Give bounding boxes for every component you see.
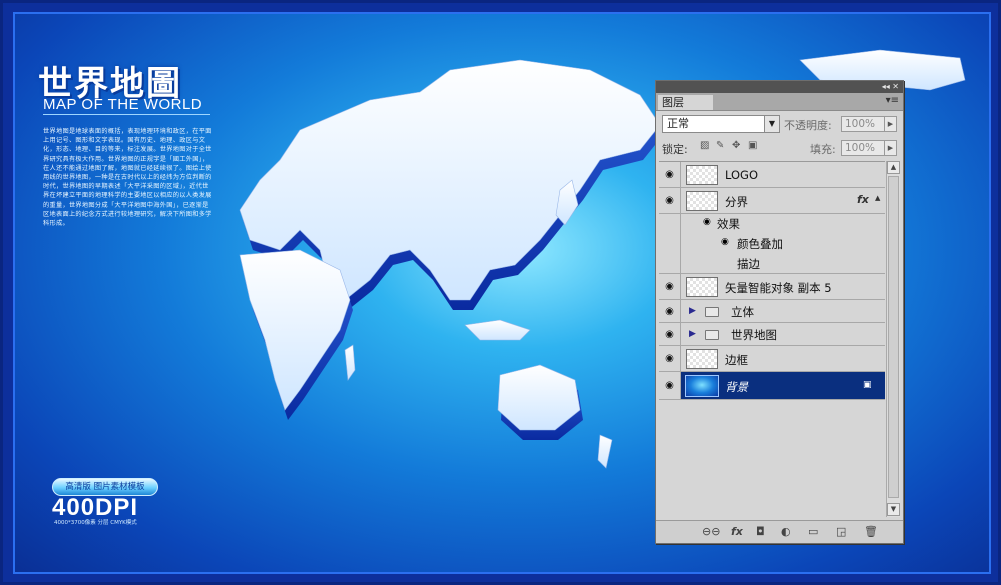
layer-boundary[interactable]: ◉ 分界 fx ▲ — [659, 188, 885, 214]
africa — [239, 249, 351, 411]
effect-name: 描边 — [737, 257, 760, 271]
fill-field[interactable]: 100% — [841, 140, 885, 156]
effect-name: 颜色叠加 — [737, 237, 783, 251]
panel-toolbar: ⊖⊖ fx ◘ ◐ ▭ ◲ 🗑 — [656, 520, 903, 543]
eye-icon[interactable]: ◉ — [659, 323, 681, 345]
eye-icon[interactable]: ◉ — [721, 237, 729, 247]
effect-color-overlay[interactable]: ◉ 颜色叠加 — [659, 234, 885, 254]
folder-icon — [705, 330, 719, 340]
eye-icon[interactable]: ◉ — [659, 162, 681, 187]
layer-thumbnail — [686, 349, 718, 369]
folder-icon[interactable]: ▭ — [808, 525, 818, 538]
effects-header[interactable]: ◉ 效果 — [659, 214, 885, 234]
fx-icon[interactable]: fx — [857, 193, 869, 206]
layer-name: LOGO — [725, 168, 759, 182]
title-divider — [43, 114, 210, 115]
madagascar — [344, 344, 356, 381]
eye-icon[interactable]: ◉ — [703, 217, 711, 227]
link-icon[interactable]: ⊖⊖ — [702, 525, 720, 538]
fill-arrow-icon[interactable]: ▶ — [884, 140, 897, 156]
new-zealand — [597, 434, 613, 469]
poster-canvas: 世界地圖 MAP OF THE WORLD 世界地图是地球表面的概括，表现地理环… — [0, 0, 1001, 585]
tab-layers[interactable]: 图层 — [658, 95, 713, 110]
effect-stroke[interactable]: 描边 — [659, 254, 885, 274]
lock-move-icon[interactable]: ✥ — [732, 140, 740, 151]
layer-logo[interactable]: ◉ LOGO — [659, 162, 885, 188]
expand-arrow-icon[interactable]: ▶ — [689, 329, 696, 339]
lock-paint-icon[interactable]: ✎ — [716, 140, 724, 151]
effects-label: 效果 — [717, 217, 740, 231]
new-layer-icon[interactable]: ◲ — [836, 525, 846, 538]
collapse-arrow-icon[interactable]: ▲ — [875, 194, 880, 202]
blend-mode-value: 正常 — [667, 117, 689, 130]
layer-smart-object[interactable]: ◉ 矢量智能对象 副本 5 — [659, 274, 885, 300]
lock-all-icon[interactable]: ▣ — [748, 140, 757, 151]
fx-icon[interactable]: fx — [731, 525, 743, 538]
poster-description: 世界地图是地球表面的概括，表现地理环境和政区，在平面上用记号、图形和文字表现。国… — [43, 128, 212, 228]
layer-thumbnail — [685, 375, 719, 397]
panel-titlebar[interactable]: ◂◂ ✕ — [656, 81, 903, 93]
blend-mode-select[interactable]: 正常 ▼ — [662, 115, 780, 133]
layer-name: 边框 — [725, 353, 748, 367]
eye-column — [659, 254, 681, 273]
expand-arrow-icon[interactable]: ▶ — [689, 306, 696, 316]
lock-transparency-icon[interactable]: ▨ — [700, 140, 709, 151]
panel-menu-icon[interactable]: ▾≡ — [886, 95, 899, 106]
lock-icon: ▣ — [863, 380, 872, 390]
layer-name: 分界 — [725, 195, 748, 209]
eye-column — [659, 234, 681, 254]
layers-scrollbar[interactable]: ▲ ▼ — [886, 161, 900, 517]
mask-icon[interactable]: ◘ — [756, 525, 765, 538]
lock-label: 锁定: — [662, 143, 688, 156]
folder-icon — [705, 307, 719, 317]
blend-row: 正常 ▼ 不透明度: 100% ▶ — [660, 113, 898, 135]
group-3d[interactable]: ◉ ▶ 立体 — [659, 300, 885, 323]
fill-label: 填充: — [810, 143, 836, 156]
panel-tab-row: 图层 ▾≡ — [656, 93, 903, 111]
layer-name: 背景 — [725, 380, 748, 394]
adjustment-icon[interactable]: ◐ — [781, 525, 791, 538]
layer-thumbnail — [686, 165, 718, 185]
trash-icon[interactable]: 🗑 — [864, 525, 878, 538]
layer-name: 矢量智能对象 副本 5 — [725, 281, 832, 295]
scroll-thumb[interactable] — [888, 176, 899, 498]
opacity-arrow-icon[interactable]: ▶ — [884, 116, 897, 132]
layer-background[interactable]: ◉ 背景 ▣ — [659, 372, 885, 400]
lock-row: 锁定: ▨ ✎ ✥ ▣ 填充: 100% ▶ — [660, 138, 898, 158]
scroll-down-icon[interactable]: ▼ — [887, 503, 900, 516]
eye-icon[interactable]: ◉ — [659, 188, 681, 213]
group-name: 世界地图 — [731, 328, 777, 342]
eye-icon[interactable]: ◉ — [659, 300, 681, 322]
layer-thumbnail — [686, 277, 718, 297]
panel-window-controls[interactable]: ◂◂ ✕ — [882, 81, 899, 93]
layer-frame[interactable]: ◉ 边框 — [659, 346, 885, 372]
layers-panel: ◂◂ ✕ 图层 ▾≡ 正常 ▼ 不透明度: 100% ▶ 锁定: ▨ ✎ ✥ ▣… — [655, 80, 904, 544]
dpi-subtext: 4000*3700像素 分层 CMYK模式 — [54, 520, 137, 526]
eye-icon[interactable]: ◉ — [659, 372, 681, 399]
chevron-down-icon[interactable]: ▼ — [764, 116, 779, 132]
opacity-field[interactable]: 100% — [841, 116, 885, 132]
eye-column — [659, 214, 681, 234]
opacity-label: 不透明度: — [784, 119, 832, 132]
poster-subtitle: MAP OF THE WORLD — [43, 96, 203, 113]
layers-list: ◉ LOGO ◉ 分界 fx ▲ ◉ 效果 ◉ 颜色叠加 描边 ◉ 矢量智能对象… — [659, 161, 885, 518]
group-name: 立体 — [731, 305, 754, 319]
scroll-up-icon[interactable]: ▲ — [887, 161, 900, 174]
group-world-map[interactable]: ◉ ▶ 世界地图 — [659, 323, 885, 346]
eye-icon[interactable]: ◉ — [659, 274, 681, 299]
eye-icon[interactable]: ◉ — [659, 346, 681, 371]
layer-thumbnail — [686, 191, 718, 211]
indonesia — [464, 319, 531, 341]
